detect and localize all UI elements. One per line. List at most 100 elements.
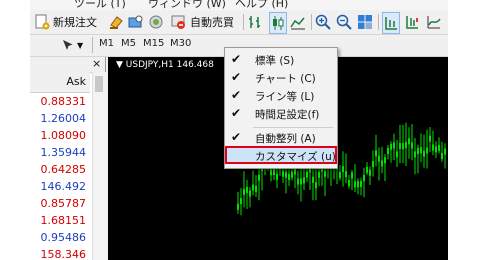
menu-help[interactable]: ヘルプ (H) [235, 0, 288, 10]
candle-body [384, 157, 386, 164]
toolbar-separator [92, 37, 93, 53]
bar-chart-button[interactable] [247, 12, 263, 32]
candle-body [417, 148, 419, 155]
candle-body [315, 182, 317, 189]
zoom-out-button[interactable] [336, 12, 352, 32]
timeframe-m15-button[interactable]: M15 [140, 36, 167, 51]
candle-body [408, 138, 410, 145]
new-order-icon [34, 14, 50, 30]
indicators-button[interactable] [426, 12, 442, 32]
timeframe-m5-button[interactable]: M5 [118, 36, 139, 51]
candle-body [282, 170, 284, 177]
menu-item-line-studies[interactable]: ✔ ライン等 (L) [225, 87, 337, 105]
signals-button[interactable] [128, 12, 144, 32]
candle-body [435, 146, 437, 153]
candle-body [249, 190, 251, 197]
menu-item-auto-arrange[interactable]: ✔ 自動整列 (A) [225, 129, 337, 147]
candle-body [285, 171, 287, 178]
candle-body [375, 150, 377, 157]
toolbar-separator [378, 14, 379, 30]
menu-item-standard[interactable]: ✔ 標準 (S) [225, 51, 337, 69]
candle-body [444, 148, 446, 155]
candle-body [246, 186, 248, 193]
candle-body [258, 174, 260, 181]
candle-body [402, 143, 404, 150]
candlestick-button[interactable] [269, 12, 287, 34]
auto-trade-button[interactable]: 自動売買 [171, 12, 234, 32]
new-order-label: 新規注文 [53, 16, 97, 29]
candle-body [396, 151, 398, 158]
candle-body [378, 155, 380, 162]
timeframe-m30-button[interactable]: M30 [167, 36, 194, 51]
candle-body [411, 142, 413, 149]
menu-window[interactable]: ウィンドウ (W) [148, 0, 226, 10]
ask-price-row[interactable]: 146.492 [30, 178, 90, 196]
checkmark-icon: ✔ [231, 70, 242, 84]
ask-price-row[interactable]: 0.64285 [30, 161, 90, 179]
ask-price-row[interactable]: 0.85787 [30, 195, 90, 213]
history-button[interactable] [108, 12, 124, 32]
ask-price-row[interactable]: 0.95486 [30, 229, 90, 247]
market-watch-header: × [30, 57, 105, 73]
candle-body [438, 144, 440, 151]
ask-price-row[interactable]: 0.88331 [30, 93, 90, 111]
menu-item-label: チャート (C) [255, 73, 316, 85]
market-watch-scrollbar[interactable] [92, 72, 106, 260]
zoom-in-button[interactable] [315, 12, 331, 32]
ask-price-row[interactable]: 1.35944 [30, 144, 90, 162]
tile-windows-button[interactable] [357, 12, 373, 32]
candle-body [390, 143, 392, 150]
chevron-down-icon: ▼ [77, 40, 84, 50]
user-mail-icon [128, 14, 144, 30]
drawing-tools-dropdown[interactable]: ▼ [60, 35, 83, 55]
candle-body [312, 176, 314, 183]
menu-item-label: 時間足設定(f) [255, 109, 320, 121]
candle-body [432, 144, 434, 151]
candle-body [369, 169, 371, 176]
ask-column-header[interactable]: Ask [30, 72, 90, 93]
chart-shift-button[interactable] [404, 12, 420, 32]
menu-item-periodicity[interactable]: ✔ 時間足設定(f) [225, 105, 337, 123]
toolbar-separator [311, 14, 312, 30]
new-order-button[interactable]: 新規注文 [34, 12, 97, 32]
close-icon[interactable]: × [92, 57, 101, 70]
candle-body [393, 142, 395, 149]
candle-body [357, 181, 359, 188]
ask-price-row[interactable]: 1.26004 [30, 110, 90, 128]
candle-body [387, 148, 389, 155]
cursor-arrows-icon [60, 37, 76, 53]
checkmark-icon: ✔ [231, 88, 242, 102]
ask-price-row[interactable]: 158.346 [30, 246, 90, 260]
indicators-icon [426, 14, 442, 30]
timeframe-m1-button[interactable]: M1 [96, 36, 117, 51]
auto-scroll-icon [383, 15, 399, 31]
candle-body [324, 170, 326, 177]
auto-trade-icon [171, 14, 187, 30]
candle-body [429, 135, 431, 142]
globe-icon [148, 14, 164, 30]
zoom-in-icon [315, 14, 331, 30]
menu-item-customize[interactable]: カスタマイズ (u) [225, 146, 337, 164]
checkmark-icon: ✔ [231, 52, 242, 66]
candle-body [414, 151, 416, 158]
ask-header-label: Ask [66, 75, 86, 88]
candle-body [360, 180, 362, 187]
candle-body [348, 180, 350, 187]
checkmark-icon: ✔ [231, 130, 242, 144]
candle-body [420, 147, 422, 154]
scrollbar-thumb[interactable] [95, 76, 103, 92]
line-chart-button[interactable] [290, 12, 306, 32]
candlestick-icon [270, 15, 286, 31]
menu-tools[interactable]: ツール (T) [74, 0, 126, 10]
auto-scroll-button[interactable] [382, 12, 400, 34]
candle-body [366, 167, 368, 174]
candle-body [300, 178, 302, 185]
zoom-out-icon [336, 14, 352, 30]
menu-item-chart[interactable]: ✔ チャート (C) [225, 69, 337, 87]
ask-price-row[interactable]: 1.68151 [30, 212, 90, 230]
candle-body [243, 188, 245, 195]
ask-price-row[interactable]: 1.08090 [30, 127, 90, 145]
candle-body [399, 143, 401, 150]
market-button[interactable] [148, 12, 164, 32]
candle-body [405, 142, 407, 149]
